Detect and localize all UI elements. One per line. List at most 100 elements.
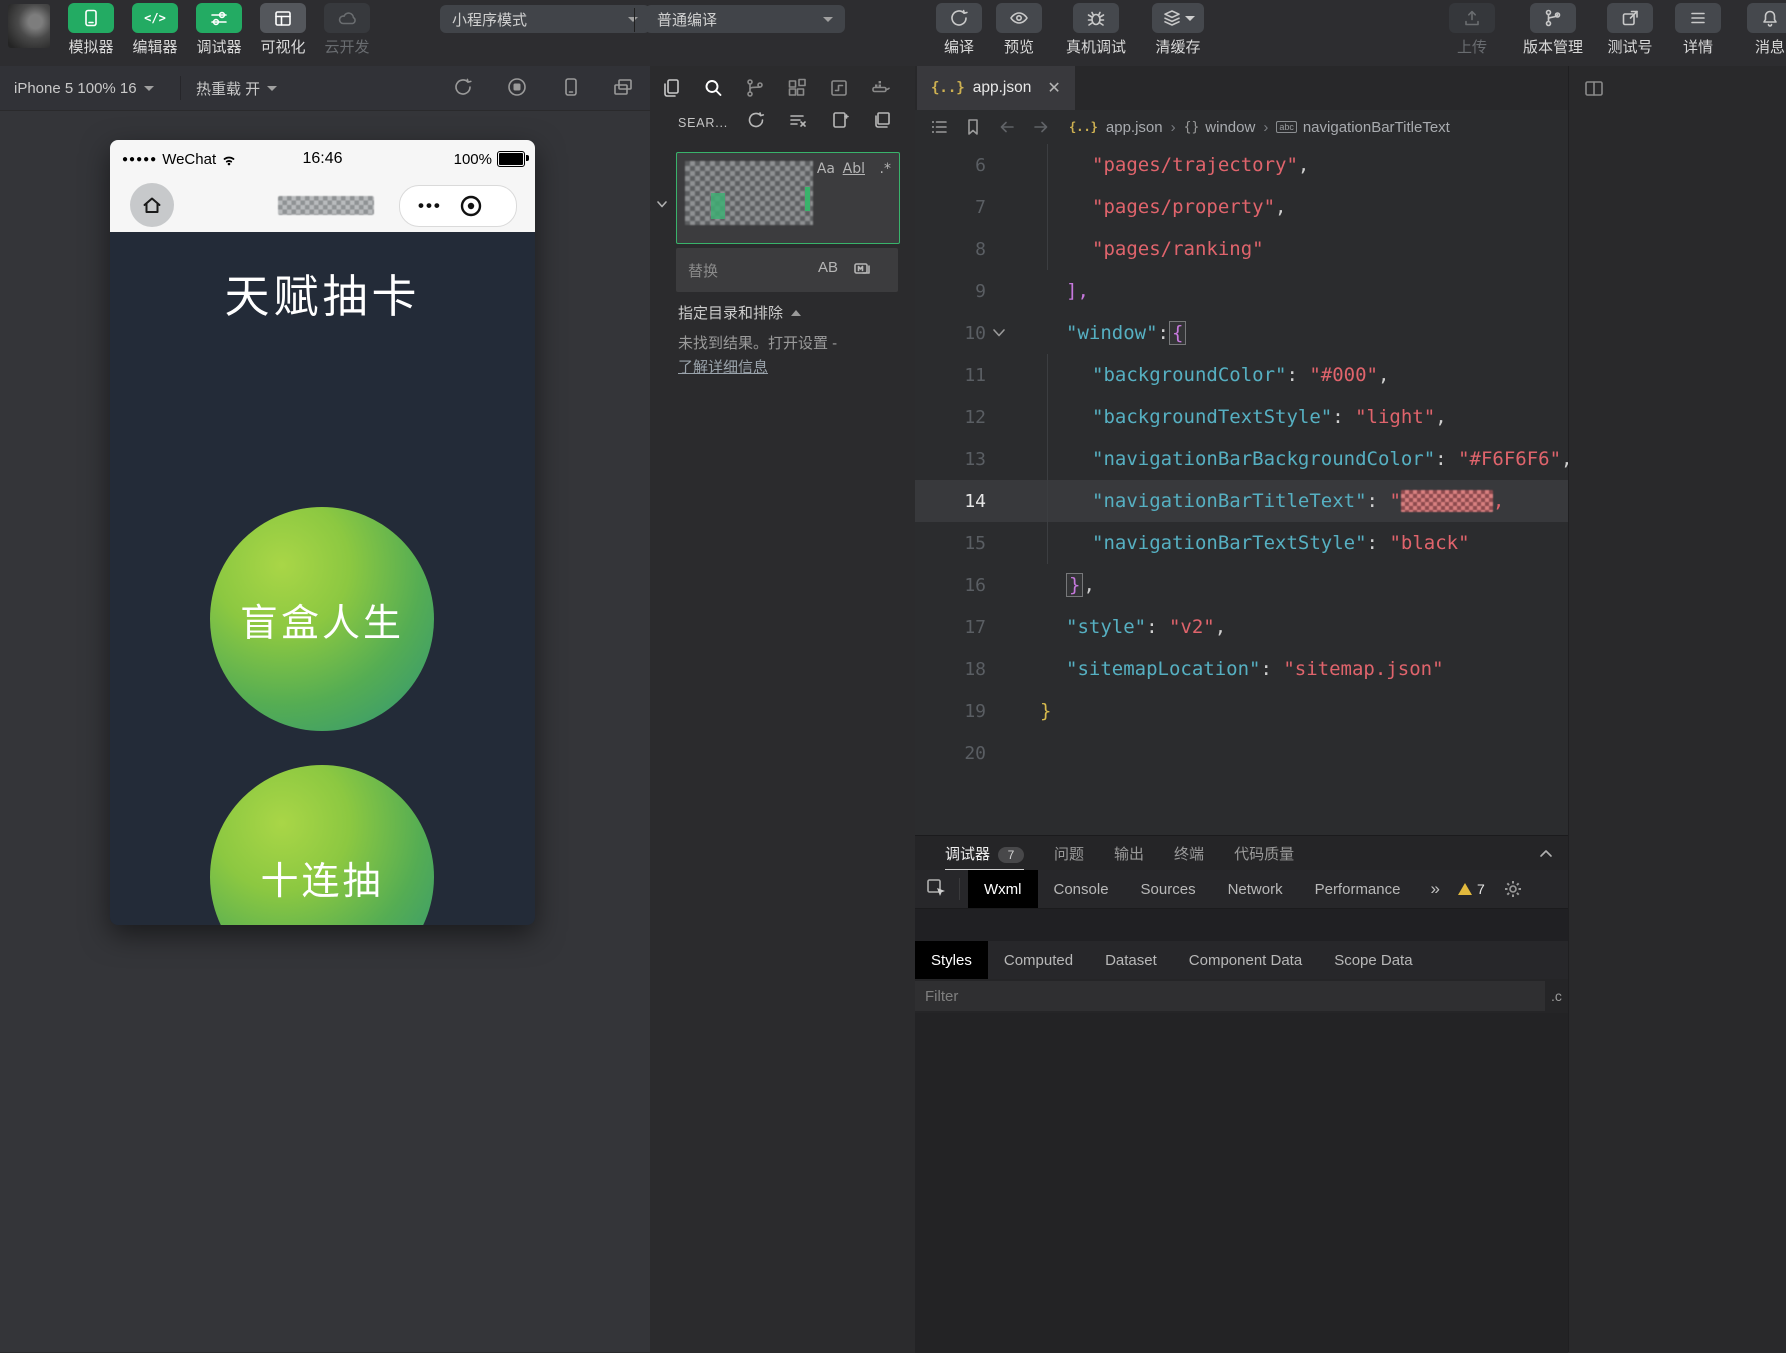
multi-device-icon[interactable] xyxy=(612,76,634,98)
replace-all-icon[interactable] xyxy=(852,259,874,279)
tab-output[interactable]: 输出 xyxy=(1114,843,1144,864)
refresh-results-icon[interactable] xyxy=(746,110,766,130)
source-control-icon[interactable] xyxy=(734,77,776,99)
fold-chevron-icon[interactable] xyxy=(991,325,1007,341)
tab-debugger[interactable]: 调试器7 xyxy=(945,843,1024,864)
clear-results-icon[interactable] xyxy=(788,110,808,130)
warnings-indicator[interactable]: 7 xyxy=(1458,881,1485,897)
code-line[interactable]: 13"navigationBarBackgroundColor": "#F6F6… xyxy=(915,438,1568,480)
phone-simulator: ●●●●● WeChat 16:46 100% ••• xyxy=(110,140,535,925)
code-line[interactable]: 18"sitemapLocation": "sitemap.json" xyxy=(915,648,1568,690)
rotate-icon[interactable] xyxy=(452,76,474,98)
tab-performance[interactable]: Performance xyxy=(1299,870,1417,908)
tab-computed[interactable]: Computed xyxy=(988,941,1089,979)
tab-scope-data[interactable]: Scope Data xyxy=(1318,941,1428,979)
exit-target-icon[interactable] xyxy=(458,193,484,219)
code-line[interactable]: 11"backgroundColor": "#000", xyxy=(915,354,1568,396)
tab-code-quality[interactable]: 代码质量 xyxy=(1234,843,1294,864)
gear-icon[interactable] xyxy=(1503,879,1523,899)
code-line[interactable]: 19} xyxy=(915,690,1568,732)
tab-terminal[interactable]: 终端 xyxy=(1174,843,1204,864)
preserve-case-icon[interactable]: AB xyxy=(818,259,838,276)
simulator-toggle-button[interactable]: 模拟器 xyxy=(60,2,122,64)
tab-console[interactable]: Console xyxy=(1038,870,1125,908)
compile-mode-select[interactable]: 普通编译 xyxy=(645,5,845,33)
filter-input[interactable]: Filter xyxy=(915,981,1545,1011)
debugger-toggle-button[interactable]: 调试器 xyxy=(188,2,250,64)
line-number: 16 xyxy=(915,575,1012,596)
breadcrumb: {..} app.json › {} window › abc navigati… xyxy=(1069,119,1450,136)
search-icon[interactable] xyxy=(692,77,734,99)
code-line[interactable]: 10"window":{ xyxy=(915,312,1568,354)
files-to-include-toggle[interactable]: 指定目录和排除 xyxy=(678,302,801,323)
close-icon[interactable]: ✕ xyxy=(1047,78,1060,98)
learn-more-link[interactable]: 了解详细信息 xyxy=(678,359,768,376)
preview-button[interactable]: 预览 xyxy=(992,2,1046,57)
mode-select[interactable]: 小程序模式 xyxy=(440,5,650,33)
more-dots-icon[interactable]: ••• xyxy=(418,196,442,216)
tab-app-json[interactable]: {..} app.json ✕ xyxy=(917,66,1075,110)
device-select[interactable]: iPhone 5 100% 16 xyxy=(14,66,154,110)
tab-component-data[interactable]: Component Data xyxy=(1173,941,1318,979)
orb-button-1[interactable]: 盲盒人生 xyxy=(210,507,434,731)
package-icon[interactable] xyxy=(818,77,860,99)
tab-styles[interactable]: Styles xyxy=(915,941,988,979)
test-account-button[interactable]: 测试号 xyxy=(1600,2,1660,57)
open-search-editor-icon[interactable] xyxy=(830,110,850,130)
tab-network[interactable]: Network xyxy=(1212,870,1299,908)
docker-icon[interactable] xyxy=(860,77,902,99)
hot-reload-select[interactable]: 热重载 开 xyxy=(196,66,277,110)
bookmark-icon[interactable] xyxy=(963,117,983,137)
collapse-all-icon[interactable] xyxy=(872,110,892,130)
code-editor[interactable]: 6"pages/trajectory",7"pages/property",8"… xyxy=(915,144,1568,835)
tab-wxml[interactable]: Wxml xyxy=(968,870,1038,908)
split-editor-icon[interactable] xyxy=(1583,78,1605,100)
home-button[interactable] xyxy=(130,183,174,227)
extensions-icon[interactable] xyxy=(776,77,818,99)
capsule-menu[interactable]: ••• xyxy=(399,185,517,227)
version-control-button[interactable]: 版本管理 xyxy=(1514,2,1592,57)
forward-arrow-icon[interactable] xyxy=(1031,117,1051,137)
match-case-icon[interactable]: Aa xyxy=(817,161,835,177)
filter-suffix[interactable]: .c xyxy=(1551,988,1562,1004)
message-button[interactable]: 消息 xyxy=(1744,2,1786,57)
code-line[interactable]: 15"navigationBarTextStyle": "black" xyxy=(915,522,1568,564)
more-tabs-icon[interactable]: » xyxy=(1430,879,1439,899)
code-line[interactable]: 8"pages/ranking" xyxy=(915,228,1568,270)
clear-cache-button[interactable]: 清缓存 xyxy=(1148,2,1208,57)
breadcrumb-node[interactable]: window xyxy=(1205,119,1255,136)
code-line[interactable]: 12"backgroundTextStyle": "light", xyxy=(915,396,1568,438)
breadcrumb-prop[interactable]: navigationBarTitleText xyxy=(1303,119,1450,136)
code-line[interactable]: 16}, xyxy=(915,564,1568,606)
code-line[interactable]: 14"navigationBarTitleText": ", xyxy=(915,480,1568,522)
code-line[interactable]: 9], xyxy=(915,270,1568,312)
tab-dataset[interactable]: Dataset xyxy=(1089,941,1173,979)
files-icon[interactable] xyxy=(650,77,692,99)
visualization-button[interactable]: 可视化 xyxy=(252,2,314,64)
search-input[interactable]: Aa Abl .* xyxy=(676,152,900,244)
orb-button-2[interactable]: 十连抽 xyxy=(210,765,434,925)
tab-sources[interactable]: Sources xyxy=(1125,870,1212,908)
inspect-element-icon[interactable] xyxy=(925,877,949,901)
cloud-dev-button[interactable]: 云开发 xyxy=(316,2,378,64)
code-line[interactable]: 20 xyxy=(915,732,1568,774)
regex-icon[interactable]: .* xyxy=(880,161,891,177)
code-line[interactable]: 17"style": "v2", xyxy=(915,606,1568,648)
code-line[interactable]: 7"pages/property", xyxy=(915,186,1568,228)
details-button[interactable]: 详情 xyxy=(1672,2,1724,57)
phone-mode-icon[interactable] xyxy=(560,76,582,98)
toggle-replace-chevron-icon[interactable] xyxy=(652,194,672,214)
device-debug-button[interactable]: 真机调试 xyxy=(1064,2,1128,57)
compile-button[interactable]: 编译 xyxy=(932,2,986,57)
whole-word-icon[interactable]: Abl xyxy=(843,161,865,177)
back-arrow-icon[interactable] xyxy=(997,117,1017,137)
editor-toggle-button[interactable]: </> 编辑器 xyxy=(124,2,186,64)
user-avatar[interactable] xyxy=(8,4,50,48)
upload-button[interactable]: 上传 xyxy=(1446,2,1498,57)
breadcrumb-file[interactable]: app.json xyxy=(1106,119,1163,136)
collapse-panel-icon[interactable] xyxy=(1536,844,1556,864)
record-stop-icon[interactable] xyxy=(506,76,528,98)
tab-problems[interactable]: 问题 xyxy=(1054,843,1084,864)
code-line[interactable]: 6"pages/trajectory", xyxy=(915,144,1568,186)
outline-list-icon[interactable] xyxy=(929,117,949,137)
